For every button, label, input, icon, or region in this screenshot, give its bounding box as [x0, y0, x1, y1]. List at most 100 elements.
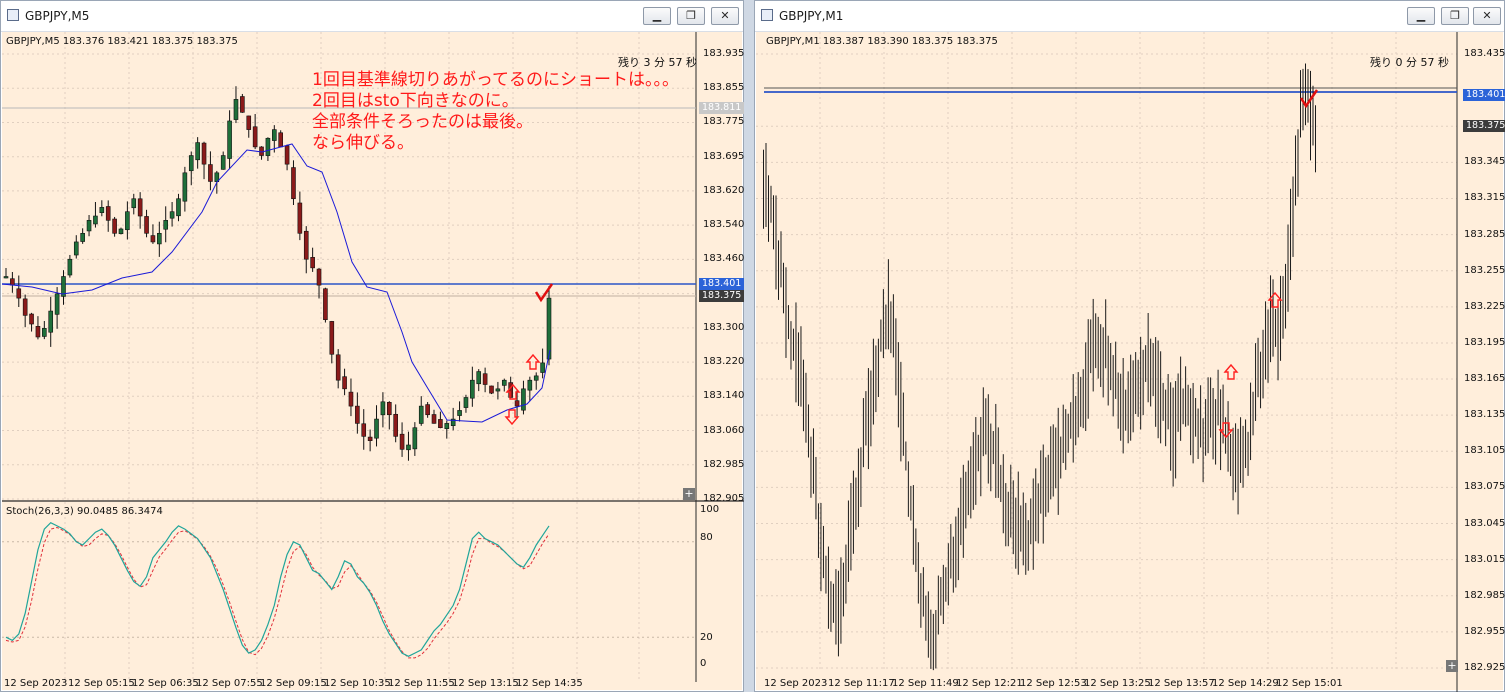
candle-body	[316, 268, 322, 286]
left-chart-header: GBPJPY,M5 183.376 183.421 183.375 183.37…	[6, 36, 238, 47]
candle-body	[137, 198, 143, 217]
price-tick-label: 183.165	[1464, 373, 1505, 385]
candle-body	[412, 427, 418, 450]
price-tick-label: 183.045	[1464, 517, 1505, 529]
candle-body	[489, 385, 494, 394]
checkmark-icon	[534, 283, 554, 303]
price-tick-label: 182.905	[703, 493, 745, 504]
candle-body	[80, 232, 85, 242]
time-label: 12 Sep 10:35	[324, 678, 391, 689]
price-tick-label: 183.140	[703, 390, 745, 402]
restore-button[interactable]: ❐	[1441, 7, 1469, 25]
plus-icon[interactable]: +	[683, 488, 695, 500]
annotation-line: 2回目はsto下向きなのに。	[312, 91, 519, 111]
price-tick-label: 182.925	[1464, 662, 1505, 673]
price-tick-label: 183.220	[703, 356, 745, 368]
stoch-main-line	[5, 521, 550, 657]
candle-body	[86, 220, 92, 232]
price-tick-label: 183.015	[1464, 553, 1505, 565]
plus-icon[interactable]: +	[1446, 660, 1458, 672]
candle-body	[438, 419, 443, 429]
candle-body	[252, 126, 258, 148]
candle-body	[240, 96, 245, 113]
candle-body	[259, 146, 264, 156]
candle-body	[527, 379, 533, 391]
candle-body	[3, 276, 9, 279]
restore-icon: ❐	[686, 9, 696, 22]
left-chart-window[interactable]: GBPJPY,M5 ▁ ❐ ✕ GBPJPY,M5 183.376 183.42…	[0, 0, 744, 692]
candle-body	[188, 155, 194, 172]
candle-body	[540, 362, 545, 373]
candle-body	[150, 235, 156, 243]
candle-body	[272, 129, 277, 141]
candle-body	[54, 293, 60, 315]
candle-body	[482, 373, 488, 385]
close-button[interactable]: ✕	[711, 7, 739, 25]
stoch-tick-label: 100	[700, 504, 720, 515]
candle-body	[176, 198, 181, 217]
right-chart-header: GBPJPY,M1 183.387 183.390 183.375 183.37…	[766, 36, 998, 47]
price-tick-label: 182.985	[703, 458, 745, 470]
candle-body	[514, 400, 520, 407]
candle-body	[367, 436, 373, 441]
close-button[interactable]: ✕	[1473, 7, 1501, 25]
left-remaining-time: 残り 3 分 57 秒	[618, 56, 697, 69]
candle-body	[335, 354, 341, 381]
right-titlebar[interactable]: GBPJPY,M1 ▁ ❐ ✕	[755, 1, 1504, 32]
price-tick-label: 183.775	[703, 116, 745, 128]
candle-body	[163, 220, 169, 230]
candle-body	[48, 310, 54, 333]
price-tag: 183.375	[1463, 120, 1505, 133]
candle-body	[495, 388, 501, 392]
candle-body	[284, 145, 290, 165]
left-chart-area[interactable]: GBPJPY,M5 183.376 183.421 183.375 183.37…	[2, 32, 745, 690]
price-tick-label: 183.225	[1464, 300, 1505, 312]
candle-body	[463, 397, 469, 408]
candle-body	[125, 211, 130, 231]
candle-body	[131, 198, 137, 209]
time-label: 12 Sep 06:35	[132, 678, 199, 689]
restore-button[interactable]: ❐	[677, 7, 705, 25]
minimize-button[interactable]: ▁	[643, 7, 671, 25]
candle-body	[310, 257, 315, 269]
annotation-line: 全部条件そろったのは最後。	[312, 112, 533, 132]
minimize-button[interactable]: ▁	[1407, 7, 1435, 25]
candle-body	[93, 215, 98, 225]
minimize-icon: ▁	[1416, 9, 1426, 22]
candle-body	[521, 388, 526, 411]
candle-body	[67, 258, 73, 276]
candle-body	[361, 423, 367, 437]
price-tick-label: 183.060	[703, 424, 745, 436]
up-arrow-icon	[1223, 363, 1239, 380]
price-tick-label: 183.695	[703, 150, 745, 162]
close-icon: ✕	[720, 9, 730, 22]
candle-body	[118, 228, 124, 235]
price-tick-label: 183.105	[1464, 445, 1505, 457]
time-label: 12 Sep 2023	[4, 678, 68, 689]
time-label: 12 Sep 09:15	[260, 678, 327, 689]
price-tick-label: 183.075	[1464, 481, 1505, 493]
right-price-chart[interactable]	[756, 32, 1505, 692]
right-chart-area[interactable]: GBPJPY,M1 183.387 183.390 183.375 183.37…	[756, 32, 1505, 692]
price-tick-label: 182.955	[1464, 625, 1505, 637]
time-label: 12 Sep 12:21	[956, 678, 1023, 689]
left-titlebar[interactable]: GBPJPY,M5 ▁ ❐ ✕	[1, 1, 743, 32]
price-tick-label: 183.285	[1464, 228, 1505, 240]
candle-body	[291, 167, 296, 200]
time-label: 12 Sep 14:35	[516, 678, 583, 689]
candle-body	[112, 218, 117, 234]
candle-body	[10, 278, 15, 286]
price-tag: 183.401	[699, 278, 744, 290]
price-tick-label: 183.255	[1464, 264, 1505, 276]
down-arrow-icon	[504, 409, 520, 426]
right-chart-window[interactable]: GBPJPY,M1 ▁ ❐ ✕ GBPJPY,M1 183.387 183.39…	[754, 0, 1505, 692]
price-tick-label: 183.195	[1464, 336, 1505, 348]
candle-body	[73, 241, 79, 256]
restore-icon: ❐	[1450, 9, 1460, 22]
candle-body	[16, 288, 22, 299]
right-window-title: GBPJPY,M1	[779, 9, 844, 23]
candle-body	[348, 391, 354, 407]
candle-body	[476, 371, 482, 385]
candle-body	[323, 288, 328, 321]
candle-body	[195, 142, 200, 161]
